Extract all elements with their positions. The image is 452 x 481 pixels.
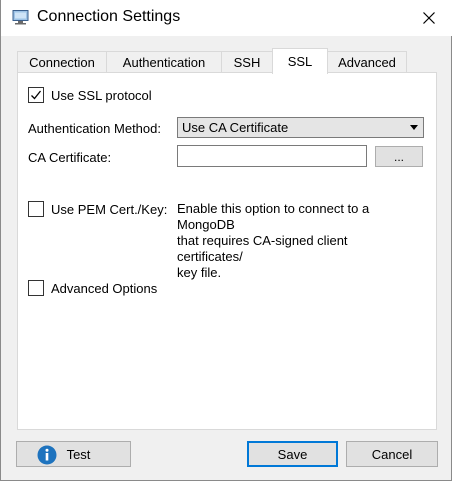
advanced-options-checkbox[interactable] (28, 280, 44, 296)
checkmark-icon (31, 90, 42, 100)
tab-authentication[interactable]: Authentication (106, 51, 222, 73)
save-label: Save (277, 446, 308, 462)
auth-method-value: Use CA Certificate (182, 120, 289, 135)
tab-connection[interactable]: Connection (17, 51, 107, 73)
use-pem-checkbox[interactable] (28, 201, 44, 217)
cancel-button[interactable]: Cancel (346, 441, 438, 467)
auth-method-label: Authentication Method: (28, 121, 161, 136)
save-button[interactable]: Save (247, 441, 338, 467)
dropdown-arrow-icon (410, 125, 418, 130)
use-ssl-checkbox[interactable] (28, 87, 44, 103)
info-icon (37, 445, 57, 465)
tab-ssl[interactable]: SSL (272, 48, 328, 74)
auth-method-select[interactable]: Use CA Certificate (177, 117, 424, 138)
pem-description: Enable this option to connect to a Mongo… (177, 201, 370, 280)
close-icon (423, 12, 435, 24)
test-label: Test (66, 446, 91, 462)
cancel-label: Cancel (371, 446, 413, 462)
dialog-title: Connection Settings (37, 8, 181, 25)
advanced-options-label: Advanced Options (51, 281, 158, 296)
use-pem-label: Use PEM Cert./Key: (51, 202, 168, 217)
browse-button[interactable]: ... (375, 146, 423, 167)
use-ssl-label: Use SSL protocol (51, 88, 152, 103)
tab-advanced[interactable]: Advanced (327, 51, 407, 73)
connection-settings-dialog: Connection Settings Connection Authentic… (0, 0, 452, 481)
title-bar: Connection Settings (1, 0, 452, 36)
ca-certificate-input[interactable] (177, 145, 367, 167)
close-button[interactable] (406, 0, 452, 36)
tab-ssh[interactable]: SSH (221, 51, 273, 73)
ca-certificate-label: CA Certificate: (28, 150, 112, 165)
computer-icon (12, 10, 29, 25)
test-button[interactable]: Test (16, 441, 131, 467)
